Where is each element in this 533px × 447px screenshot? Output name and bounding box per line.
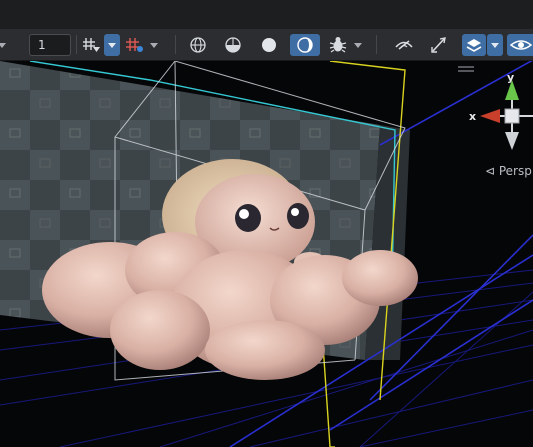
transform-icon (431, 37, 446, 53)
snap-settings-dropdown[interactable] (146, 34, 162, 56)
viewport-menu-icon (458, 66, 474, 72)
solid-shading-icon (262, 38, 276, 52)
solid-wire-shading-icon (225, 37, 241, 53)
top-menu-bar (0, 0, 533, 29)
wireframe-shading-button[interactable] (186, 34, 210, 56)
visibility-eye-icon (509, 40, 533, 50)
bug-button[interactable] (327, 34, 349, 56)
viewport-scene: y x (0, 61, 533, 447)
toolbar-divider (376, 35, 377, 54)
snap-settings-icon (126, 38, 143, 52)
orientation-gizmo: y x (469, 71, 533, 150)
frame-number-field[interactable]: 1 (29, 34, 71, 56)
svg-text:x: x (469, 110, 476, 123)
snap-mode-dropdown[interactable] (104, 34, 120, 56)
bug-dropdown[interactable] (350, 34, 366, 56)
chevron-down-icon[interactable] (0, 34, 10, 56)
transform-button[interactable] (427, 34, 451, 56)
layers-icon (466, 39, 482, 52)
svg-text:y: y (507, 71, 514, 84)
wireframe-shading-icon (190, 37, 206, 53)
solid-wire-shading-button[interactable] (221, 34, 245, 56)
3d-viewport[interactable]: y x ⊲ Persp (0, 61, 533, 447)
grid-snap-button[interactable] (80, 34, 104, 56)
toolbar-divider (175, 35, 176, 54)
viewport-toolbar: 1 (0, 29, 533, 61)
hide-button[interactable] (392, 34, 416, 56)
rendered-shading-icon (297, 37, 313, 53)
bug-icon (329, 37, 347, 53)
layers-button[interactable] (462, 34, 486, 56)
solid-shading-button[interactable] (257, 34, 281, 56)
hide-icon (395, 40, 413, 50)
toolbar-divider (76, 35, 77, 54)
projection-label[interactable]: ⊲ Persp (485, 164, 532, 178)
visibility-button[interactable] (507, 34, 533, 56)
rendered-shading-button[interactable] (290, 34, 320, 56)
grid-snap-icon (83, 38, 100, 52)
layers-dropdown[interactable] (487, 34, 503, 56)
snap-settings-button[interactable] (124, 34, 146, 56)
